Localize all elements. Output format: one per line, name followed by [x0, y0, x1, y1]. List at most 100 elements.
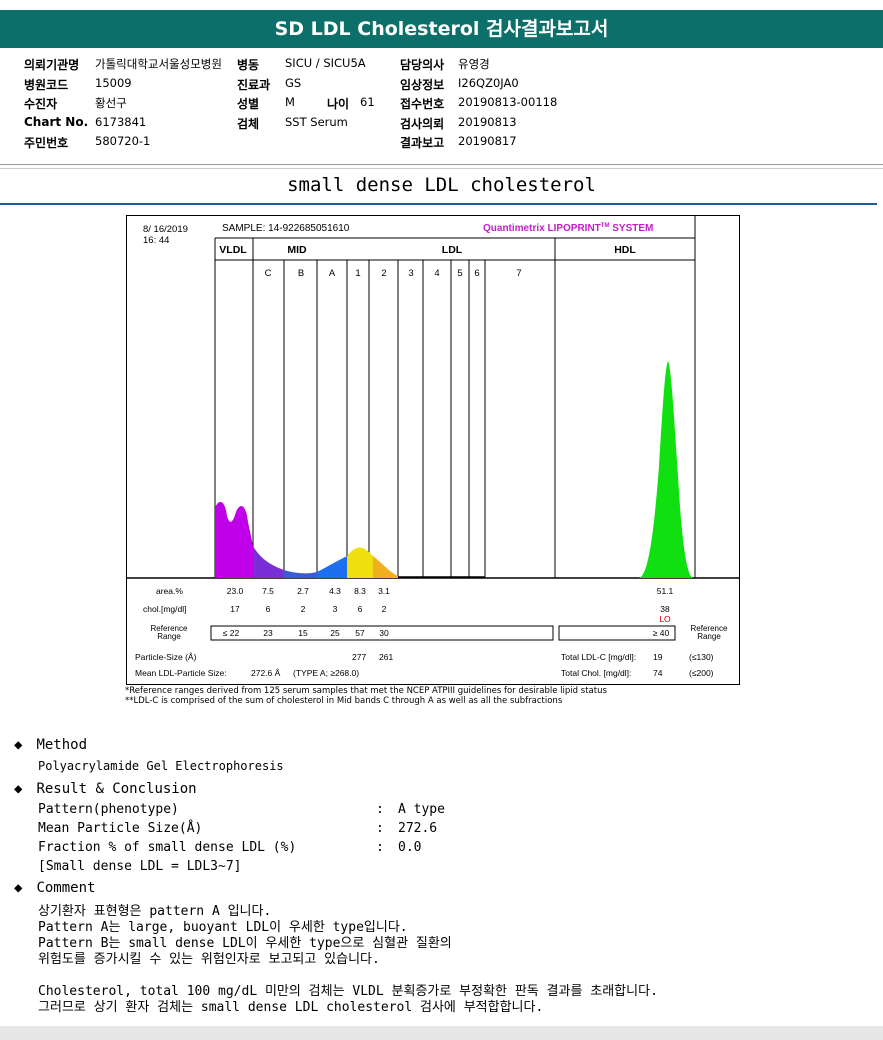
divider: [0, 164, 883, 165]
band-label: 4: [434, 268, 439, 279]
row-label-area: area.%: [156, 586, 183, 596]
result-label-fraction: Fraction % of small dense LDL (%): [38, 840, 297, 855]
ward-label: 병동: [237, 58, 260, 72]
clinical-info-label: 임상정보: [400, 78, 445, 92]
group-label-hdl: HDL: [614, 244, 636, 256]
result-heading: ◆ Result & Conclusion: [14, 781, 197, 797]
age-label: 나이: [327, 97, 350, 111]
divider: [0, 203, 877, 205]
chart-time: 16: 44: [143, 235, 169, 246]
total-chol-label: Total Chol. [mg/dl]:: [561, 668, 631, 678]
method-heading: ◆ Method: [14, 737, 87, 753]
section-subtitle: small dense LDL cholesterol: [287, 174, 596, 196]
diamond-bullet-icon: ◆: [14, 880, 23, 896]
department-label: 진료과: [237, 78, 271, 92]
reference-value: 23: [263, 628, 273, 638]
area-value: 7.5: [262, 586, 274, 596]
total-ldl-ref: (≤130): [689, 652, 714, 662]
band-label: 3: [408, 268, 413, 279]
lipoprint-chart-svg: 8/ 16/2019 16: 44 SAMPLE: 14-92268505161…: [127, 216, 739, 678]
physician-value: 유영경: [458, 57, 490, 71]
row-label-reference: Reference Range: [151, 624, 188, 641]
hospital-name-label: 의뢰기관명: [24, 58, 80, 72]
physician-label: 담당의사: [400, 58, 445, 72]
area-value: 4.3: [329, 586, 341, 596]
chart-date: 8/ 16/2019: [143, 224, 188, 235]
chol-value: 6: [266, 604, 271, 614]
footnote-1: *Reference ranges derived from 125 serum…: [125, 686, 607, 696]
mean-ldl-value: 272.6 Å: [251, 668, 281, 678]
sex-value: M: [285, 95, 295, 109]
reception-no-label: 접수번호: [400, 97, 445, 111]
method-heading-text: Method: [36, 737, 88, 753]
patient-name-value: 황선구: [95, 96, 127, 110]
chart-no-value: 6173841: [95, 115, 147, 129]
method-text: Polyacrylamide Gel Electrophoresis: [38, 759, 284, 773]
bottom-bar: [0, 1026, 883, 1040]
chol-value: 3: [333, 604, 338, 614]
request-date-label: 검사의뢰: [400, 117, 445, 131]
band-c-peak: [253, 546, 284, 578]
result-heading-text: Result & Conclusion: [36, 781, 197, 797]
area-value: 8.3: [354, 586, 366, 596]
comment-line: 그러므로 상기 환자 검체는 small dense LDL cholester…: [38, 1000, 544, 1015]
comment-heading: ◆ Comment: [14, 880, 95, 896]
particle-size-label: Particle-Size (Å): [135, 652, 197, 662]
diamond-bullet-icon: ◆: [14, 737, 23, 753]
group-label-mid: MID: [287, 244, 307, 256]
request-date-value: 20190813: [458, 115, 517, 129]
hdl-peak: [639, 361, 693, 578]
reference-value: 15: [298, 628, 308, 638]
chol-flag: LO: [659, 614, 671, 624]
patient-name-label: 수진자: [24, 97, 58, 111]
divider: [0, 168, 883, 169]
report-page: SD LDL Cholesterol 검사결과보고서 의뢰기관명 가톨릭대학교서…: [0, 0, 883, 1026]
electropherogram-peaks: [215, 361, 693, 578]
specimen-value: SST Serum: [285, 115, 348, 129]
band-label: C: [265, 268, 272, 279]
particle-size-1: 277: [352, 652, 366, 662]
band-label: 6: [474, 268, 479, 279]
clinical-info-value: I26QZ0JA0: [458, 76, 519, 90]
brand-name: Quantimetrix LIPOPRINTTM SYSTEM: [483, 223, 653, 234]
mean-ldl-type: (TYPE A; ≥268.0): [293, 668, 359, 678]
band-label: 7: [516, 268, 521, 279]
area-value: 2.7: [297, 586, 309, 596]
band-label: A: [329, 268, 336, 279]
row-label-reference-right: Reference Range: [691, 624, 728, 641]
result-label-size: Mean Particle Size(Å): [38, 821, 203, 836]
reference-value: 30: [379, 628, 389, 638]
diamond-bullet-icon: ◆: [14, 781, 23, 797]
result-colon: :: [376, 821, 384, 836]
band-labels: C B A 1 2 3 4 5 6 7: [265, 268, 522, 279]
result-value-fraction: 0.0: [398, 840, 422, 855]
result-colon: :: [376, 840, 384, 855]
band-dividers: [214, 238, 696, 578]
band-label: 2: [381, 268, 386, 279]
resident-no-value: 580720-1: [95, 134, 151, 148]
reference-value: ≤ 22: [223, 628, 240, 638]
chol-value: 2: [301, 604, 306, 614]
chol-value: 2: [382, 604, 387, 614]
result-value-pattern: A type: [398, 802, 445, 817]
row-label-reference-right-line2: Range: [697, 632, 721, 641]
hospital-code-label: 병원코드: [24, 78, 69, 92]
band-b-peak: [284, 570, 317, 578]
specimen-label: 검체: [237, 117, 260, 131]
reference-value: ≥ 40: [653, 628, 670, 638]
total-chol-ref: (≤200): [689, 668, 714, 678]
total-ldl-value: 19: [653, 652, 663, 662]
area-value: 3.1: [378, 586, 390, 596]
result-label-pattern: Pattern(phenotype): [38, 802, 179, 817]
chart-no-label: Chart No.: [24, 115, 89, 129]
chol-value: 38: [660, 604, 670, 614]
sample-id: SAMPLE: 14-922685051610: [222, 223, 350, 234]
vldl-peak: [215, 501, 253, 578]
mean-ldl-label: Mean LDL-Particle Size:: [135, 668, 227, 678]
reference-value: 25: [330, 628, 340, 638]
total-ldl-label: Total LDL-C [mg/dl]:: [561, 652, 636, 662]
result-colon: :: [376, 802, 384, 817]
reception-no-value: 20190813-00118: [458, 95, 558, 109]
particle-size-2: 261: [379, 652, 393, 662]
sex-label: 성별: [237, 97, 260, 111]
